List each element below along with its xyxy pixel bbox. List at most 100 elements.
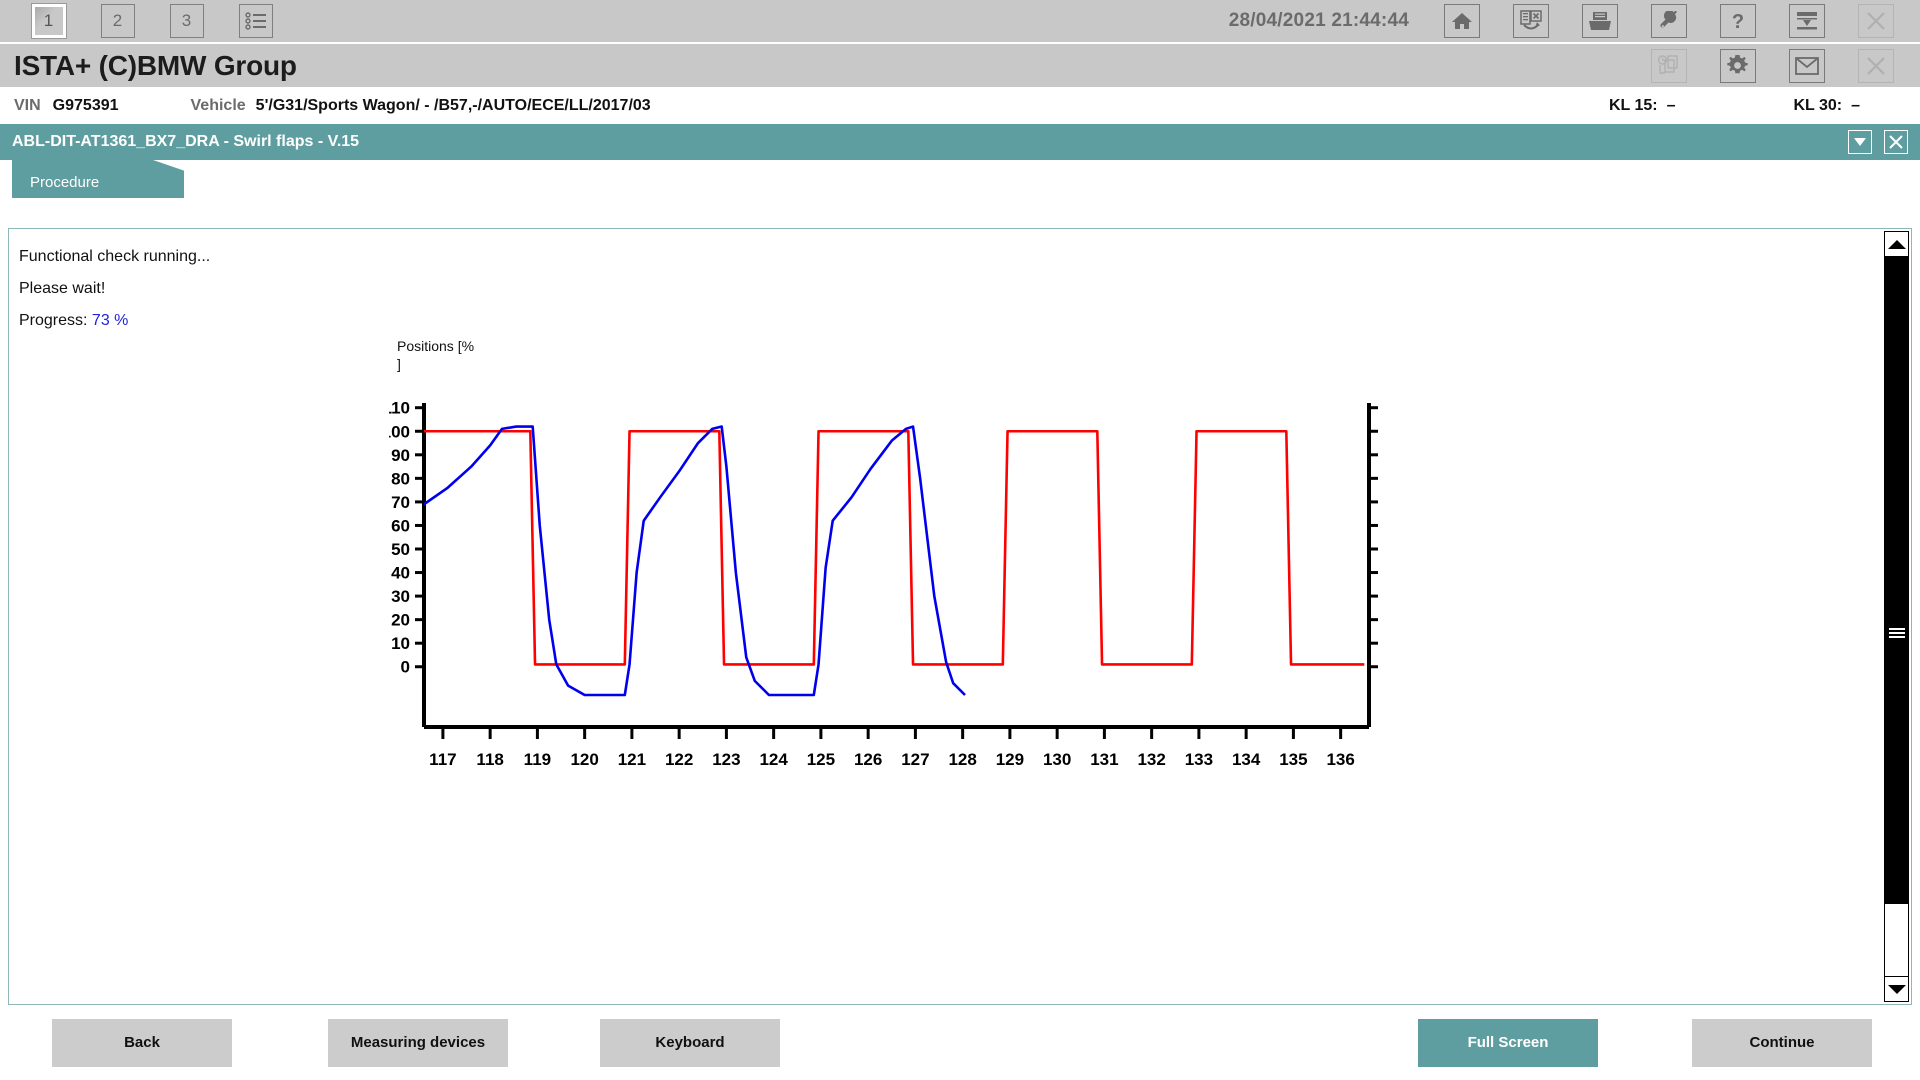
close-icon[interactable] — [1857, 48, 1894, 83]
svg-text:133: 133 — [1185, 750, 1213, 769]
measuring-devices-button[interactable]: Measuring devices — [328, 1018, 508, 1067]
footer-toolbar: Back Measuring devices Keyboard Full Scr… — [0, 1005, 1920, 1080]
y-axis-label-line1: Positions [% — [397, 338, 475, 354]
top-toolbar: 1 2 3 28/04/2021 21:44:44 ? — [0, 0, 1920, 44]
up-arrow-icon — [1887, 239, 1906, 249]
vin-label: VIN — [14, 96, 41, 114]
svg-text:131: 131 — [1090, 750, 1118, 769]
progress-value: 73 % — [91, 312, 129, 329]
kl30-value: – — [1851, 96, 1860, 114]
svg-text:128: 128 — [948, 750, 976, 769]
chart-y-axis-label: Positions [% ] — [397, 337, 487, 373]
tab-strip: Procedure — [0, 160, 1920, 198]
svg-text:50: 50 — [391, 540, 410, 559]
svg-text:136: 136 — [1326, 750, 1354, 769]
status-line-2: Please wait! — [19, 280, 106, 297]
svg-text:125: 125 — [807, 750, 835, 769]
home-icon[interactable] — [1443, 4, 1480, 38]
svg-text:30: 30 — [391, 587, 410, 606]
vehicle-info-bar: VIN G975391 Vehicle 5'/G31/Sports Wagon/… — [0, 88, 1920, 124]
svg-text:100: 100 — [389, 422, 410, 441]
back-button[interactable]: Back — [52, 1018, 232, 1067]
vehicle-label: Vehicle — [190, 96, 246, 114]
list-icon[interactable] — [238, 4, 273, 38]
vin-value: G975391 — [52, 96, 119, 114]
minimize-panel-icon[interactable] — [1788, 4, 1825, 38]
svg-text:?: ? — [1731, 11, 1743, 32]
page-tab-2[interactable]: 2 — [100, 4, 135, 38]
page-tab-3[interactable]: 3 — [169, 4, 204, 38]
progress-label: Progress: — [19, 312, 88, 329]
vehicle-value: 5'/G31/Sports Wagon/ - /B57,-/AUTO/ECE/L… — [255, 96, 651, 114]
svg-text:121: 121 — [618, 750, 646, 769]
wrench-icon[interactable] — [1650, 4, 1687, 38]
print-icon[interactable] — [1581, 4, 1618, 38]
scroll-up-button[interactable] — [1884, 231, 1909, 257]
svg-text:40: 40 — [391, 564, 410, 583]
scroll-down-button[interactable] — [1884, 976, 1909, 1002]
progress-line: Progress: 73 % — [19, 305, 1881, 337]
tab-procedure[interactable]: Procedure — [12, 160, 184, 198]
svg-text:119: 119 — [524, 750, 551, 769]
close-icon[interactable] — [1857, 4, 1894, 38]
svg-text:132: 132 — [1137, 750, 1165, 769]
svg-text:122: 122 — [665, 750, 693, 769]
page-tab-1-label: 1 — [43, 11, 54, 30]
module-title: ABL-DIT-AT1361_BX7_DRA - Swirl flaps - V… — [12, 133, 360, 150]
svg-text:10: 10 — [391, 634, 410, 653]
page-tab-group: 1 2 3 — [0, 3, 290, 39]
vscroll-track[interactable] — [1884, 257, 1909, 976]
svg-text:134: 134 — [1232, 750, 1261, 769]
kl15-value: – — [1666, 96, 1676, 114]
continue-button[interactable]: Continue — [1692, 1018, 1872, 1067]
position-time-plot: 0 10 20 30 40 50 60 70 80 90 100 110 117 118 119 120 121… — [389, 399, 1378, 769]
svg-text:0: 0 — [401, 658, 410, 677]
status-line-1: Functional check running... — [19, 248, 211, 265]
y-axis-label-line2: ] — [397, 356, 401, 372]
svg-text:135: 135 — [1279, 750, 1307, 769]
svg-text:118: 118 — [476, 750, 503, 769]
procedure-content: Functional check running... Please wait!… — [9, 229, 1881, 1004]
kl30-label: KL 30: — [1793, 96, 1843, 114]
down-arrow-icon — [1887, 984, 1906, 994]
svg-text:124: 124 — [759, 750, 788, 769]
kl15-label: KL 15: — [1608, 96, 1658, 114]
keyboard-button[interactable]: Keyboard — [600, 1018, 780, 1067]
full-screen-button[interactable]: Full Screen — [1418, 1018, 1598, 1067]
top-icon-group: ? — [1427, 4, 1920, 38]
document-history-icon[interactable] — [1650, 48, 1687, 83]
content-vertical-scrollbar[interactable] — [1881, 229, 1911, 1004]
svg-text:130: 130 — [1043, 750, 1071, 769]
svg-text:70: 70 — [391, 493, 410, 512]
svg-text:80: 80 — [391, 469, 410, 488]
status-block: Functional check running... Please wait!… — [9, 229, 1881, 337]
svg-text:120: 120 — [570, 750, 598, 769]
svg-text:117: 117 — [429, 750, 456, 769]
svg-text:60: 60 — [391, 516, 410, 535]
svg-text:20: 20 — [391, 611, 410, 630]
page-title: ISTA+ (C)BMW Group — [14, 49, 297, 81]
vscroll-thumb[interactable] — [1885, 257, 1908, 905]
mail-icon[interactable] — [1788, 48, 1825, 83]
svg-text:129: 129 — [996, 750, 1024, 769]
application-title-bar: ISTA+ (C)BMW Group — [0, 44, 1920, 88]
svg-text:126: 126 — [854, 750, 882, 769]
vscroll-grip — [1888, 626, 1905, 640]
svg-text:110: 110 — [389, 399, 410, 418]
minimize-icon[interactable] — [1848, 130, 1872, 154]
title-icon-group — [1634, 48, 1920, 83]
svg-text:127: 127 — [901, 750, 929, 769]
svg-text:90: 90 — [391, 446, 410, 465]
page-tab-2-label: 2 — [112, 11, 123, 30]
close-session-icon[interactable] — [1512, 4, 1549, 38]
procedure-panel: Functional check running... Please wait!… — [8, 228, 1912, 1005]
close-icon[interactable] — [1884, 130, 1908, 154]
help-icon[interactable]: ? — [1719, 4, 1756, 38]
page-tab-1[interactable]: 1 — [30, 3, 67, 39]
tab-procedure-label: Procedure — [30, 174, 100, 191]
gear-icon[interactable] — [1719, 48, 1756, 83]
page-tab-3-label: 3 — [181, 11, 192, 30]
module-header: ABL-DIT-AT1361_BX7_DRA - Swirl flaps - V… — [0, 124, 1920, 160]
svg-text:123: 123 — [712, 750, 740, 769]
clock: 28/04/2021 21:44:44 — [1228, 10, 1409, 31]
